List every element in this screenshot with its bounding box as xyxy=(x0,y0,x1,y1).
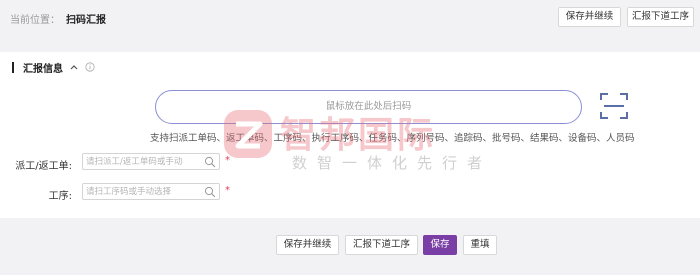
report-panel: 汇报信息 鼠标放在此处后扫码 支持扫派工单码、返工单码、工序码、执行工序码、任务… xyxy=(0,52,700,218)
required-mark: * xyxy=(225,185,230,196)
scan-support-text: 支持扫派工单码、返工单码、工序码、执行工序码、任务码、序列号码、追踪码、批号码、… xyxy=(150,133,635,144)
search-icon[interactable] xyxy=(204,156,216,168)
chevron-up-icon[interactable] xyxy=(69,62,79,72)
dispatch-label: 派工/返工单: xyxy=(15,161,72,172)
section-header: 汇报信息 xyxy=(12,60,95,75)
info-icon[interactable] xyxy=(85,62,95,72)
header-save-continue-button[interactable]: 保存并继续 xyxy=(558,7,621,27)
dispatch-field[interactable]: 请扫派工/返工单码或手动 xyxy=(82,153,220,170)
breadcrumb-label: 当前位置： xyxy=(10,15,60,26)
section-accent-bar xyxy=(12,61,14,73)
footer-report-next-button[interactable]: 汇报下道工序 xyxy=(345,235,418,255)
required-mark: * xyxy=(225,155,230,166)
process-placeholder: 请扫工序码或手动选择 xyxy=(86,187,172,197)
header-report-next-button[interactable]: 汇报下道工序 xyxy=(627,7,694,27)
search-icon[interactable] xyxy=(204,186,216,198)
save-button[interactable]: 保存 xyxy=(423,235,457,255)
top-bar: 当前位置： 扫码汇报 保存并继续 汇报下道工序 xyxy=(0,0,700,36)
dispatch-placeholder: 请扫派工/返工单码或手动 xyxy=(86,157,183,167)
breadcrumb: 当前位置： 扫码汇报 xyxy=(10,11,106,26)
process-label: 工序: xyxy=(48,191,72,202)
footer-bar: 保存并继续 汇报下道工序 保存 重填 xyxy=(0,218,700,275)
scan-icon[interactable] xyxy=(598,90,630,122)
scan-input[interactable]: 鼠标放在此处后扫码 xyxy=(155,90,582,124)
section-title: 汇报信息 xyxy=(23,63,63,75)
reset-button[interactable]: 重填 xyxy=(463,235,497,255)
process-field[interactable]: 请扫工序码或手动选择 xyxy=(82,183,220,200)
breadcrumb-current: 扫码汇报 xyxy=(66,15,106,26)
footer-save-continue-button[interactable]: 保存并继续 xyxy=(276,235,339,255)
